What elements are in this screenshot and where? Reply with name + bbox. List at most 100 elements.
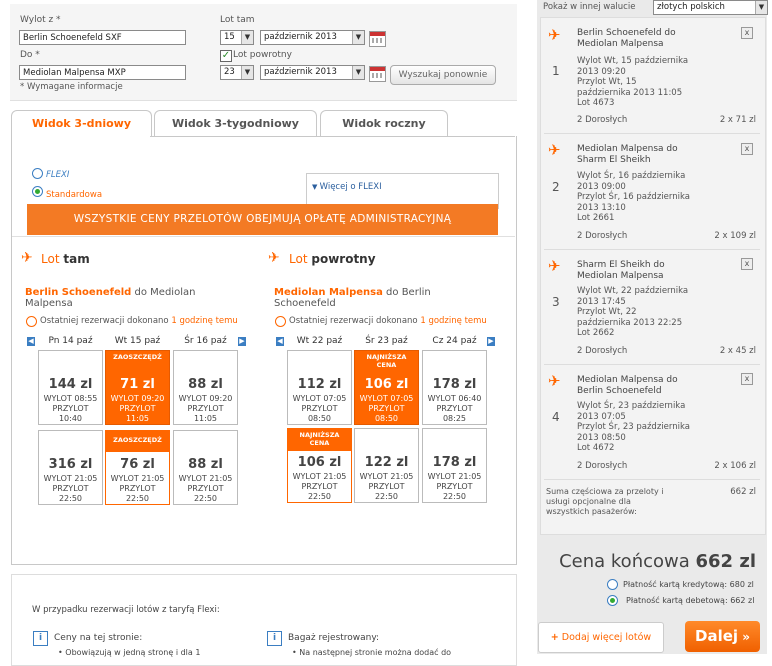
return-checkbox-label: Lot powrotny [233,50,292,60]
chevron-down-icon: ▼ [352,66,364,79]
from-label: Wylot z * [20,15,61,25]
fare-cell[interactable]: 178 zl WYLOT 21:05 PRZYLOT 22:50 [422,428,487,503]
fare-cell[interactable]: 88 zl WYLOT 21:05 PRZYLOT 22:50 [173,430,238,505]
pay-debit-radio[interactable] [607,595,618,606]
outbound-title: Lot tam [41,252,90,266]
next-button[interactable]: Dalej » [685,621,760,652]
item-number: 3 [552,295,560,309]
return-checkbox[interactable]: ✓ [220,50,232,62]
fare-cell-lowest[interactable]: NAJNIŻSZA CENA 106 zl WYLOT 21:05 PRZYLOT… [287,428,352,503]
item-number: 4 [552,410,560,424]
pay-debit-label[interactable]: Płatność kartą debetową: 662 zl [626,596,754,605]
info-icon: i [267,631,282,646]
item-number: 1 [552,64,560,78]
prev-days-arrow[interactable]: ◀ [27,337,35,346]
day-header: Wt 22 paź [296,336,343,346]
return-day-select[interactable]: 23 ▼ [220,65,254,80]
next-days-arrow[interactable]: ▶ [487,337,495,346]
plane-icon: ✈ [268,250,280,266]
item-price: 2 x 71 zl [719,115,756,125]
info-left-title: Ceny na tej stronie: [54,633,143,643]
pay-credit-radio[interactable] [607,579,618,590]
fare-cell-lowest[interactable]: NAJNIŻSZA CENA 106 zl WYLOT 07:05 PRZYLOT… [354,350,419,425]
item-divider [544,249,760,250]
chevron-down-icon: ▼ [352,31,364,44]
fare-cell-savings[interactable]: ZAOSZCZĘDŹ 71 zl WYLOT 09:20 PRZYLOT 11:05 [105,350,170,425]
required-note: * Wymagane informacje [20,82,123,92]
flexi-radio[interactable] [32,168,43,179]
plane-icon: ✈ [548,26,561,44]
item-pax: 2 Dorosłych [577,231,628,241]
item-details: Wylot Śr, 16 października 2013 09:00 Przyl… [577,171,690,223]
outbound-label: Lot tam [220,15,255,25]
outbound-month-select[interactable]: październik 2013 ▼ [260,30,365,45]
fare-cell[interactable]: 178 zl WYLOT 06:40 PRZYLOT 08:25 [422,350,487,425]
item-title: Mediolan Malpensa do Sharm El Sheikh [577,144,678,165]
item-pax: 2 Dorosłych [577,115,628,125]
day-header: Wt 15 paź [114,336,161,346]
outbound-day-select[interactable]: 15 ▼ [220,30,254,45]
day-header: Śr 23 paź [365,336,408,346]
fare-cell[interactable]: 316 zl WYLOT 21:05 PRZYLOT 22:50 [38,430,103,505]
calendar-icon[interactable] [369,66,386,82]
item-details: Wylot Wt, 15 października 2013 09:20 Przyl… [577,56,689,108]
return-route: Mediolan Malpensa do Berlin Schoenefeld [274,287,431,309]
item-title: Sharm El Sheikh do Mediolan Malpensa [577,260,665,281]
double-chevron-right-icon: » [738,630,750,644]
tab-3-week[interactable]: Widok 3-tygodniowy [154,110,317,137]
to-label: Do * [20,50,40,60]
item-title: Berlin Schoenefeld do Mediolan Malpensa [577,28,676,49]
fare-cell[interactable]: 112 zl WYLOT 07:05 PRZYLOT 08:50 [287,350,352,425]
tab-3-day[interactable]: Widok 3-dniowy [11,110,152,137]
tab-year[interactable]: Widok roczny [320,110,448,137]
item-details: Wylot Wt, 22 października 2013 17:45 Przyl… [577,286,689,338]
chevron-down-icon: ▼ [755,1,767,14]
calendar-icon[interactable] [369,31,386,47]
more-flexi-link[interactable]: ▼ Więcej o FLEXI [312,182,382,192]
remove-icon[interactable]: x [741,373,753,385]
flexi-label[interactable]: FLEXI [46,170,69,180]
day-header: Cz 24 paź [432,336,477,346]
item-title: Mediolan Malpensa do Berlin Schoenefeld [577,375,678,396]
remove-icon[interactable]: x [741,27,753,39]
item-price: 2 x 109 zl [714,231,756,241]
plane-icon: ✈ [548,257,561,275]
results-divider [12,236,515,237]
tab-underline [150,136,515,137]
day-header: Śr 16 paź [184,336,227,346]
outbound-recent: Ostatniej rezerwacji dokonano 1 godzinę … [40,316,238,326]
item-divider [544,133,760,134]
prev-days-arrow[interactable]: ◀ [276,337,284,346]
remove-icon[interactable]: x [741,143,753,155]
item-pax: 2 Dorosłych [577,461,628,471]
add-more-flights-button[interactable]: + Dodaj więcej lotów [538,622,664,653]
search-again-button[interactable]: Wyszukaj ponownie [390,65,496,85]
standard-radio[interactable] [32,186,43,197]
currency-select[interactable]: złotych polskich ▼ [653,0,768,15]
fare-cell[interactable]: 88 zl WYLOT 09:20 PRZYLOT 11:05 [173,350,238,425]
info-right-bullet: • Na następnej stronie można dodać do [292,648,452,657]
next-days-arrow[interactable]: ▶ [238,337,246,346]
return-title: Lot powrotny [289,252,376,266]
plane-icon: ✈ [21,250,33,266]
info-right-title: Bagaż rejestrowany: [288,633,380,643]
info-left-bullet: • Obowiązują w jedną stronę i dla 1 [58,648,201,657]
info-intro: W przypadku rezerwacji lotów z taryfą Fl… [32,605,220,615]
return-recent: Ostatniej rezerwacji dokonano 1 godzinę … [289,316,487,326]
remove-icon[interactable]: x [741,258,753,270]
return-month-select[interactable]: październik 2013 ▼ [260,65,365,80]
standard-label[interactable]: Standardowa [46,190,102,200]
from-input[interactable] [19,30,186,45]
item-price: 2 x 106 zl [714,461,756,471]
fare-cell-savings[interactable]: ZAOSZCZĘDŹ 76 zl WYLOT 21:05 PRZYLOT 22:50 [105,430,170,505]
final-price: Cena końcowa 662 zl [559,551,756,572]
chevron-down-icon: ▼ [241,31,253,44]
day-header: Pn 14 paź [48,336,93,346]
fare-cell[interactable]: 122 zl WYLOT 21:05 PRZYLOT 22:50 [354,428,419,503]
currency-label: Pokaż w innej walucie [543,2,636,12]
plane-icon: ✈ [548,141,561,159]
fare-cell[interactable]: 144 zl WYLOT 08:55 PRZYLOT 10:40 [38,350,103,425]
clock-icon [275,316,286,327]
pay-credit-label[interactable]: Płatność kartą kredytową: 680 zl [623,580,754,589]
to-input[interactable] [19,65,186,80]
